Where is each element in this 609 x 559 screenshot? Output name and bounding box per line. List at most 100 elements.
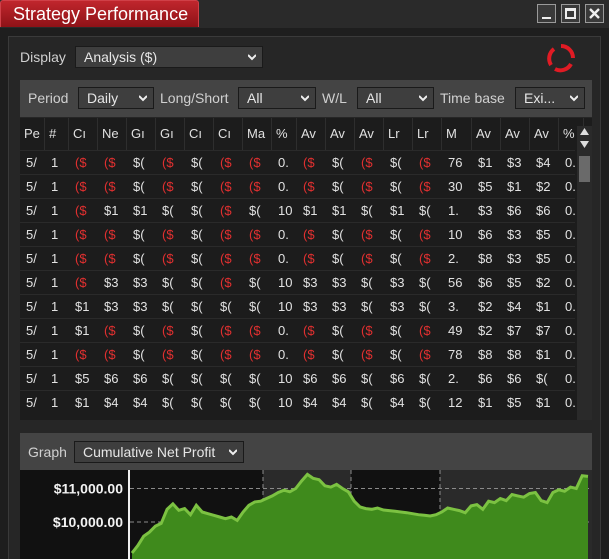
table-row[interactable]: 5/1 $1 $4 $4 $($($($(10 $4 $4 $($4 $(12 $1 $5 $1 0. (20, 390, 576, 415)
table-cell: 5/ (26, 275, 37, 290)
column-header[interactable]: Gı (156, 118, 185, 150)
table-cell: ($ (75, 275, 87, 290)
table-row[interactable]: 5/1 $5 $6 $6 $($($($(10 $6 $6 $($6 $(2. $6 $6 $(0. (20, 366, 576, 391)
table-cell: ($ (249, 251, 261, 266)
table-cell: $( (361, 395, 373, 410)
table-cell: 10 (448, 227, 463, 242)
table-row[interactable]: 5/1 $1 $3 $3 $($($($(10 $3 $3 $($3 $(3. $2 $4 $1 0. (20, 294, 576, 319)
table-cell: $1 (104, 203, 119, 218)
table-cell: $1 (75, 395, 90, 410)
scroll-down-icon[interactable] (580, 141, 589, 148)
table-cell: $3 (390, 275, 405, 290)
chevron-down-icon (229, 449, 237, 456)
column-header[interactable]: Cı (185, 118, 214, 150)
table-cell: $8 (507, 347, 522, 362)
column-header[interactable]: Av (472, 118, 501, 150)
table-cell: $5 (75, 371, 90, 386)
table-cell: ($ (220, 227, 232, 242)
wl-select[interactable]: All (357, 87, 434, 109)
table-cell: $( (390, 227, 402, 242)
table-cell: ($ (104, 227, 116, 242)
minimize-icon[interactable] (537, 4, 556, 23)
column-header[interactable]: Pe (20, 118, 45, 150)
table-cell: ($ (104, 251, 116, 266)
table-cell: $( (133, 251, 145, 266)
table-row[interactable]: 5/1 $1 ($ $(($ $(($ ($ 0. ($ $(($ $(($ 49 $2 $7 $7 0. (20, 318, 576, 343)
table-cell: 1 (51, 179, 59, 194)
period-select[interactable]: Daily (78, 87, 154, 109)
column-header[interactable]: Ma (243, 118, 272, 150)
time-base-select[interactable]: Exi... (515, 87, 585, 109)
table-cell: $( (191, 155, 203, 170)
table-cell: $1 (536, 347, 551, 362)
column-header[interactable]: Av (355, 118, 384, 150)
table-cell: ($ (361, 323, 373, 338)
loading-spinner-icon (547, 44, 575, 73)
table-cell: $6 (478, 371, 493, 386)
table-cell: $( (191, 179, 203, 194)
period-label: Period (28, 90, 69, 106)
table-cell: $( (390, 323, 402, 338)
table-row[interactable]: 5/1 ($ ($ $(($ $(($ ($ 0. ($ $(($ $(($ 30 $5 $1 $2 0. (20, 174, 576, 199)
column-header[interactable]: Ne (98, 118, 127, 150)
time-base-value: Exi... (524, 90, 556, 106)
column-header[interactable]: Av (326, 118, 355, 150)
column-header[interactable]: # (45, 118, 69, 150)
table-cell: $4 (536, 155, 551, 170)
table-cell: ($ (220, 347, 232, 362)
table-row[interactable]: 5/1 ($ $3 $3 $($(($ $(10 $3 $3 $($3 $(56 $6 $5 $2 0. (20, 270, 576, 295)
table-cell: 5/ (26, 227, 37, 242)
column-header[interactable]: Cı (69, 118, 98, 150)
table-cell: $( (332, 251, 344, 266)
table-cell: $7 (536, 323, 551, 338)
chevron-down-icon (419, 95, 427, 102)
column-header[interactable]: Av (530, 118, 559, 150)
table-cell: $( (419, 299, 431, 314)
table-cell: $6 (507, 371, 522, 386)
column-header[interactable]: Cı (214, 118, 243, 150)
table-row[interactable]: 5/1 ($ ($ $(($ $(($ ($ 0. ($ $(($ $(($ 2. $8 $3 $5 0. (20, 246, 576, 271)
column-header[interactable]: M (442, 118, 472, 150)
long-short-select[interactable]: All (238, 87, 316, 109)
table-cell: $6 (478, 275, 493, 290)
table-cell: $( (419, 275, 431, 290)
vertical-scrollbar[interactable] (577, 126, 592, 420)
table-cell: ($ (162, 227, 174, 242)
table-row[interactable]: 5/1 ($ ($ $(($ $(($ ($ 0. ($ $(($ $(($ 78 $8 $8 $1 0. (20, 342, 576, 367)
table-cell: $4 (133, 395, 148, 410)
close-icon[interactable] (585, 4, 604, 23)
scroll-up-icon[interactable] (580, 128, 589, 135)
table-cell: ($ (104, 155, 116, 170)
table-row[interactable]: 5/1 ($ ($ $(($ $(($ ($ 0. ($ $(($ $(($ 76 $1 $3 $4 0. (20, 150, 576, 175)
scrollbar-thumb[interactable] (579, 156, 590, 182)
y-tick-label: $10,000.00 (53, 514, 123, 530)
table-cell: 1 (51, 227, 59, 242)
column-header[interactable]: Lr (413, 118, 442, 150)
table-cell: $( (361, 275, 373, 290)
table-cell: $( (249, 395, 261, 410)
table-cell: $2 (536, 179, 551, 194)
table-cell: ($ (419, 227, 431, 242)
table-cell: $( (133, 227, 145, 242)
table-cell: $3 (478, 203, 493, 218)
table-cell: $3 (133, 299, 148, 314)
column-header[interactable]: Av (501, 118, 530, 150)
column-header[interactable]: Gı (127, 118, 156, 150)
display-select[interactable]: Analysis ($) (75, 46, 263, 68)
table-cell: $( (162, 203, 174, 218)
display-value: Analysis ($) (84, 49, 158, 65)
graph-select[interactable]: Cumulative Net Profit (74, 441, 244, 463)
table-cell: $1 (390, 203, 405, 218)
column-header[interactable]: % (272, 118, 297, 150)
column-header[interactable]: Lr (384, 118, 413, 150)
table-cell: ($ (162, 251, 174, 266)
column-header[interactable]: Av (297, 118, 326, 150)
maximize-icon[interactable] (561, 4, 580, 23)
table-cell: 0. (278, 347, 289, 362)
table-cell: $1 (303, 203, 318, 218)
table-cell: $3 (390, 299, 405, 314)
wl-label: W/L (322, 90, 347, 106)
table-row[interactable]: 5/1 ($ ($ $(($ $(($ ($ 0. ($ $(($ $(($ 10 $6 $3 $5 0. (20, 222, 576, 247)
table-row[interactable]: 5/1 ($ $1 $1 $($(($ $(10 $1 $1 $($1 $(1. $3 $6 $6 0. (20, 198, 576, 223)
table-cell: $1 (332, 203, 347, 218)
